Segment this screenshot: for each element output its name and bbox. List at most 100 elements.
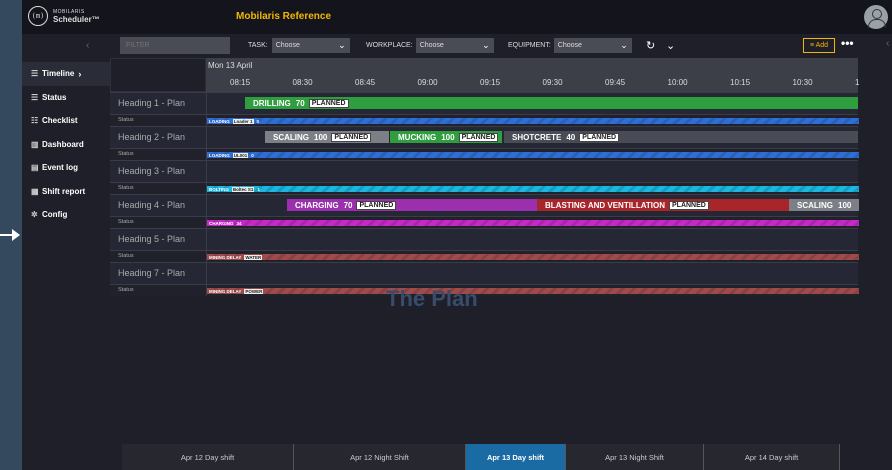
add-button[interactable]: ≡ Add — [803, 38, 835, 53]
top-bar: (m) MOBILARIS Scheduler™ Mobilaris Refer… — [22, 0, 892, 34]
task-bar[interactable]: SCALING 100 — [789, 199, 859, 211]
heading-label: Heading 3 - Plan — [118, 166, 186, 176]
collapse-sidebar-icon[interactable]: ‹ — [86, 40, 89, 51]
status-stripe[interactable]: MINING DELAY WATER — [207, 254, 859, 260]
task-state-badge: PLANNED — [331, 132, 372, 142]
sidebar-item-config[interactable]: ✲ Config — [22, 203, 110, 227]
task-bar[interactable]: CHARGING 70 PLANNED — [287, 199, 537, 211]
document-icon: ▤ — [31, 163, 39, 173]
status-stripe[interactable]: CHARGING 34 — [207, 220, 859, 226]
filter-bar: TASK: Choose ⌄ WORKPLACE: Choose ⌄ EQUIPME… — [110, 34, 892, 58]
sidebar: ‹ ☰ Timeline › ☰ Status ☷ Checklist ▥ Dashboard ▤… — [22, 34, 110, 470]
timeline-icon: ☰ — [31, 69, 39, 79]
sidebar-item-label: Dashboard — [42, 139, 84, 149]
plan-lane — [206, 161, 858, 182]
sidebar-item-timeline[interactable]: ☰ Timeline › — [22, 62, 110, 86]
task-bar[interactable]: BLASTING AND VENTILLATION PLANNED — [537, 199, 789, 211]
task-value: 70 — [343, 200, 353, 210]
sidebar-item-status[interactable]: ☰ Status — [22, 86, 110, 110]
sidebar-item-dashboard[interactable]: ▥ Dashboard — [22, 133, 110, 157]
shift-tab[interactable]: Apr 12 Night Shift — [294, 444, 466, 470]
chevron-down-icon: ⌄ — [620, 40, 628, 50]
logo-product: Scheduler™ — [53, 15, 100, 24]
sidebar-item-shift-report[interactable]: ▦ Shift report — [22, 180, 110, 204]
shift-tab[interactable]: Apr 13 Night Shift — [566, 444, 704, 470]
status-stripe[interactable]: LOADING Loader 10 — [207, 118, 859, 124]
list-icon: ☰ — [31, 92, 39, 102]
scroll-right-icon[interactable]: ‹ — [886, 38, 889, 49]
task-state-badge: PLANNED — [458, 132, 499, 142]
equipment-select[interactable]: Choose ⌄ — [553, 38, 632, 53]
dashboard-icon: ▥ — [31, 139, 39, 149]
shift-tab[interactable]: Apr 13 Day shift — [466, 444, 566, 470]
workplace-select-value: Choose — [419, 42, 444, 49]
status-count: 1 — [257, 186, 260, 192]
status-lane: CHARGING 34 — [206, 217, 859, 228]
user-avatar-icon[interactable] — [864, 5, 888, 29]
grid-corner — [110, 58, 206, 92]
time-header: Mon 13 April 08:15 08:30 08:45 09:00 09:15 09… — [206, 58, 859, 92]
sidebar-item-label: Status — [42, 92, 67, 102]
status-stripe[interactable]: BOLTING Boltec S1 1 — [207, 186, 859, 192]
workplace-label: WORKPLACE: — [366, 42, 413, 49]
equipment-tag: UL001 — [232, 152, 249, 158]
checklist-icon: ☷ — [31, 116, 39, 126]
status-text: BOLTING — [209, 186, 229, 192]
task-name: DRILLING — [253, 98, 291, 108]
heading-label: Heading 7 - Plan — [118, 268, 186, 278]
plan-row: Heading 1 - Plan DRILLING 70 PLANNED — [110, 92, 858, 114]
status-row: Status BOLTING Boltec S1 1 — [110, 182, 859, 194]
sidebar-item-checklist[interactable]: ☷ Checklist — [22, 109, 110, 133]
shift-tab[interactable]: Apr 12 Day shift — [122, 444, 294, 470]
time-tick: 08:30 — [292, 78, 313, 87]
plan-lane: DRILLING 70 PLANNED — [206, 93, 858, 114]
report-icon: ▦ — [31, 186, 39, 196]
status-row: Status MINING DELAY POWER — [110, 284, 859, 296]
heading-label: Heading 1 - Plan — [118, 98, 186, 108]
status-row: Status MINING DELAY WATER — [110, 250, 859, 262]
plan-lane — [206, 263, 858, 284]
task-select[interactable]: Choose ⌄ — [271, 38, 350, 53]
app-title: Mobilaris Reference — [236, 11, 332, 22]
shift-tab[interactable]: Apr 14 Day shift — [704, 444, 840, 470]
task-label: TASK: — [248, 42, 268, 49]
equipment-filter: EQUIPMENT: Choose ⌄ — [508, 37, 632, 54]
more-options-icon[interactable]: ••• — [841, 36, 854, 50]
task-state-badge: PLANNED — [579, 132, 620, 142]
task-name: MUCKING — [398, 132, 437, 142]
expand-chevron-icon[interactable]: ⌄ — [666, 37, 675, 54]
status-stripe[interactable]: LOADING UL001 0 — [207, 152, 859, 158]
app-window: (m) MOBILARIS Scheduler™ Mobilaris Refer… — [22, 0, 892, 470]
filter-input[interactable] — [120, 37, 230, 54]
time-tick: 10:30 — [792, 78, 813, 87]
workplace-filter: WORKPLACE: Choose ⌄ — [366, 37, 494, 54]
time-tick: 09:45 — [605, 78, 626, 87]
task-bar[interactable]: MUCKING 100 PLANNED — [390, 131, 502, 143]
task-filter: TASK: Choose ⌄ — [248, 37, 350, 54]
sidebar-item-label: Shift report — [42, 186, 86, 196]
status-lane: MINING DELAY WATER — [206, 251, 859, 262]
status-text: LOADING — [209, 152, 230, 158]
plan-lane: CHARGING 70 PLANNED BLASTING AND VENTILLATI… — [206, 195, 859, 216]
task-value: 40 — [566, 132, 576, 142]
task-bar[interactable]: SHOTCRETE 40 PLANNED — [504, 131, 858, 143]
sidebar-item-event-log[interactable]: ▤ Event log — [22, 156, 110, 180]
plan-row: Heading 5 - Plan — [110, 228, 858, 250]
time-tick: 08:15 — [230, 78, 251, 87]
refresh-icon[interactable]: ↻ — [646, 37, 655, 54]
status-label: Status — [118, 219, 134, 225]
equipment-tag: POWER — [244, 288, 264, 294]
equipment-label: EQUIPMENT: — [508, 42, 551, 49]
workplace-select[interactable]: Choose ⌄ — [415, 38, 494, 53]
status-label: Status — [118, 117, 134, 123]
task-value: 100 — [314, 132, 328, 142]
task-bar[interactable]: DRILLING 70 PLANNED — [245, 97, 858, 109]
plan-lane: SCALING 100 PLANNED MUCKING 100 PLANNED SHOTCR… — [206, 127, 858, 148]
task-bar[interactable]: SCALING 100 PLANNED — [265, 131, 389, 143]
chevron-right-icon: › — [78, 68, 82, 79]
watermark: The Plan — [386, 286, 478, 311]
status-stripe[interactable]: MINING DELAY POWER — [207, 288, 859, 294]
equipment-tag: Boltec S1 — [231, 186, 255, 192]
timeline-date: Mon 13 April — [208, 61, 253, 70]
plan-row: Heading 3 - Plan — [110, 160, 858, 182]
